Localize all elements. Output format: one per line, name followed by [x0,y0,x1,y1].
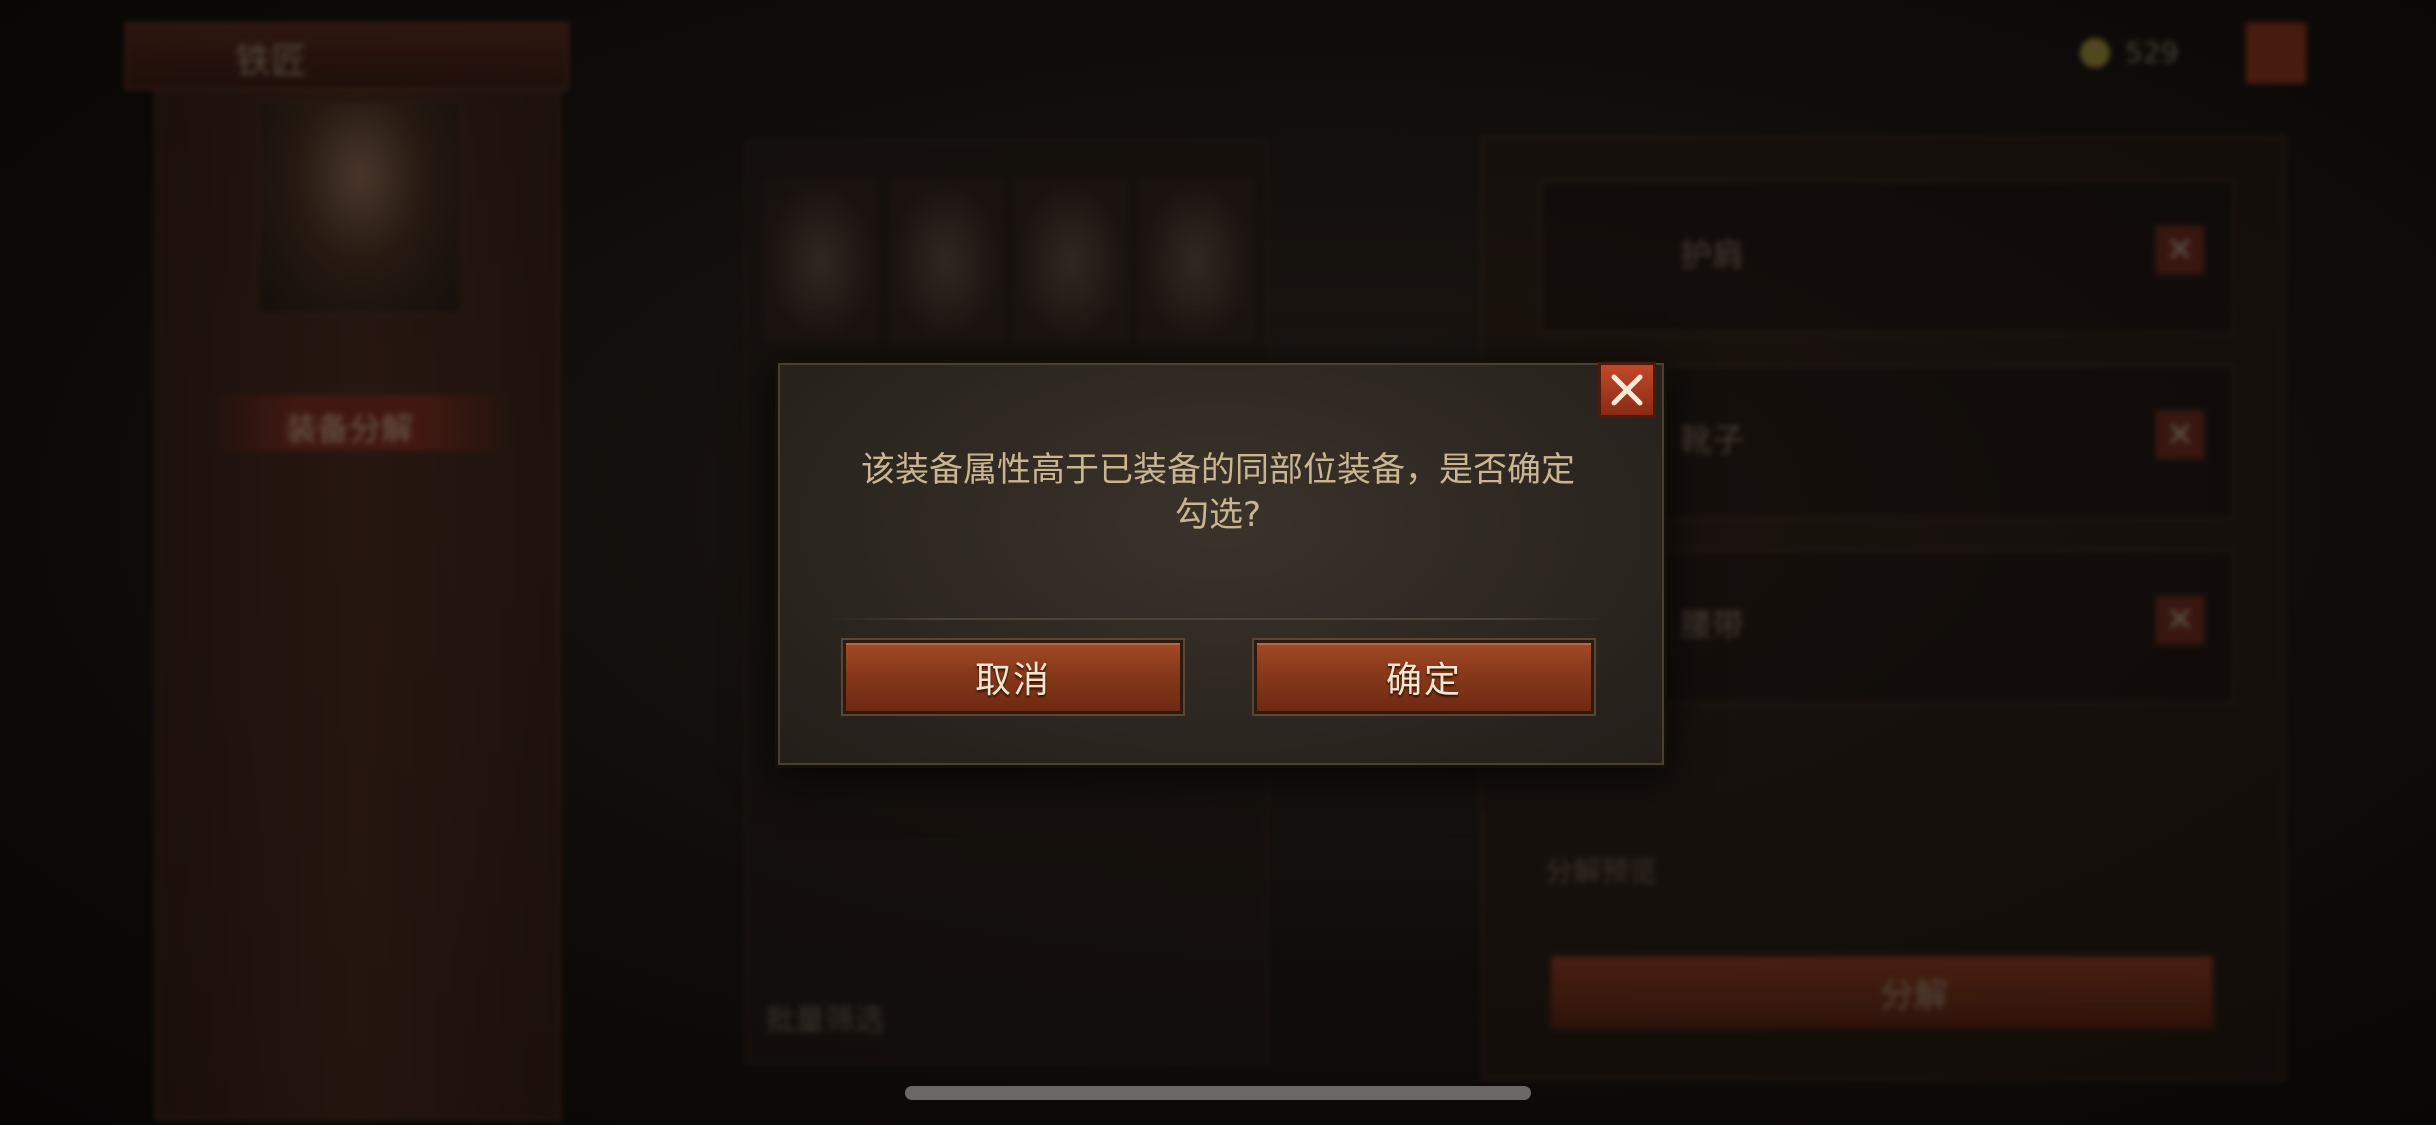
remove-slot-icon[interactable]: ✕ [2155,595,2205,645]
salvage-preview-label: 分解预览 [1545,855,1658,888]
dialog-divider [830,618,1606,620]
coin-icon [2080,38,2110,68]
salvage-button-label: 分解 [1880,976,1948,1016]
salvage-slot-label: 腰带 [1680,606,1745,644]
item-slot[interactable] [765,180,877,342]
home-indicator[interactable] [905,1086,1531,1100]
dialog-close-button[interactable] [1598,362,1656,418]
page-title: 铁匠 [235,41,308,82]
dialog-message-line: 该装备属性高于已装备的同部位装备，是否确定 [861,450,1575,490]
batch-filter-label[interactable]: 批量筛选 [765,995,885,1039]
cancel-button[interactable]: 取消 [843,640,1183,714]
item-slot[interactable] [890,180,1002,342]
dialog-message: 该装备属性高于已装备的同部位装备，是否确定 勾选? [810,448,1626,538]
tab-salvage-label: 装备分解 [285,410,414,448]
salvage-slot[interactable] [1540,180,2234,334]
item-slot[interactable] [1015,180,1127,342]
salvage-slot-label: 靴子 [1680,421,1745,459]
currency-value: 529 [2125,36,2179,69]
item-slot[interactable] [1140,180,1252,342]
title-bar [125,22,569,90]
blacksmith-portrait [258,100,462,314]
remove-slot-icon[interactable]: ✕ [2155,410,2205,460]
dialog-message-line: 勾选? [1174,495,1262,535]
close-icon [1611,374,1643,406]
remove-slot-icon[interactable]: ✕ [2155,225,2205,275]
close-screen-button[interactable] [2245,22,2307,84]
confirm-button-label: 确定 [1385,660,1462,701]
cancel-button-label: 取消 [974,660,1051,701]
confirm-button[interactable]: 确定 [1254,640,1594,714]
salvage-slot-label: 护肩 [1680,236,1745,274]
